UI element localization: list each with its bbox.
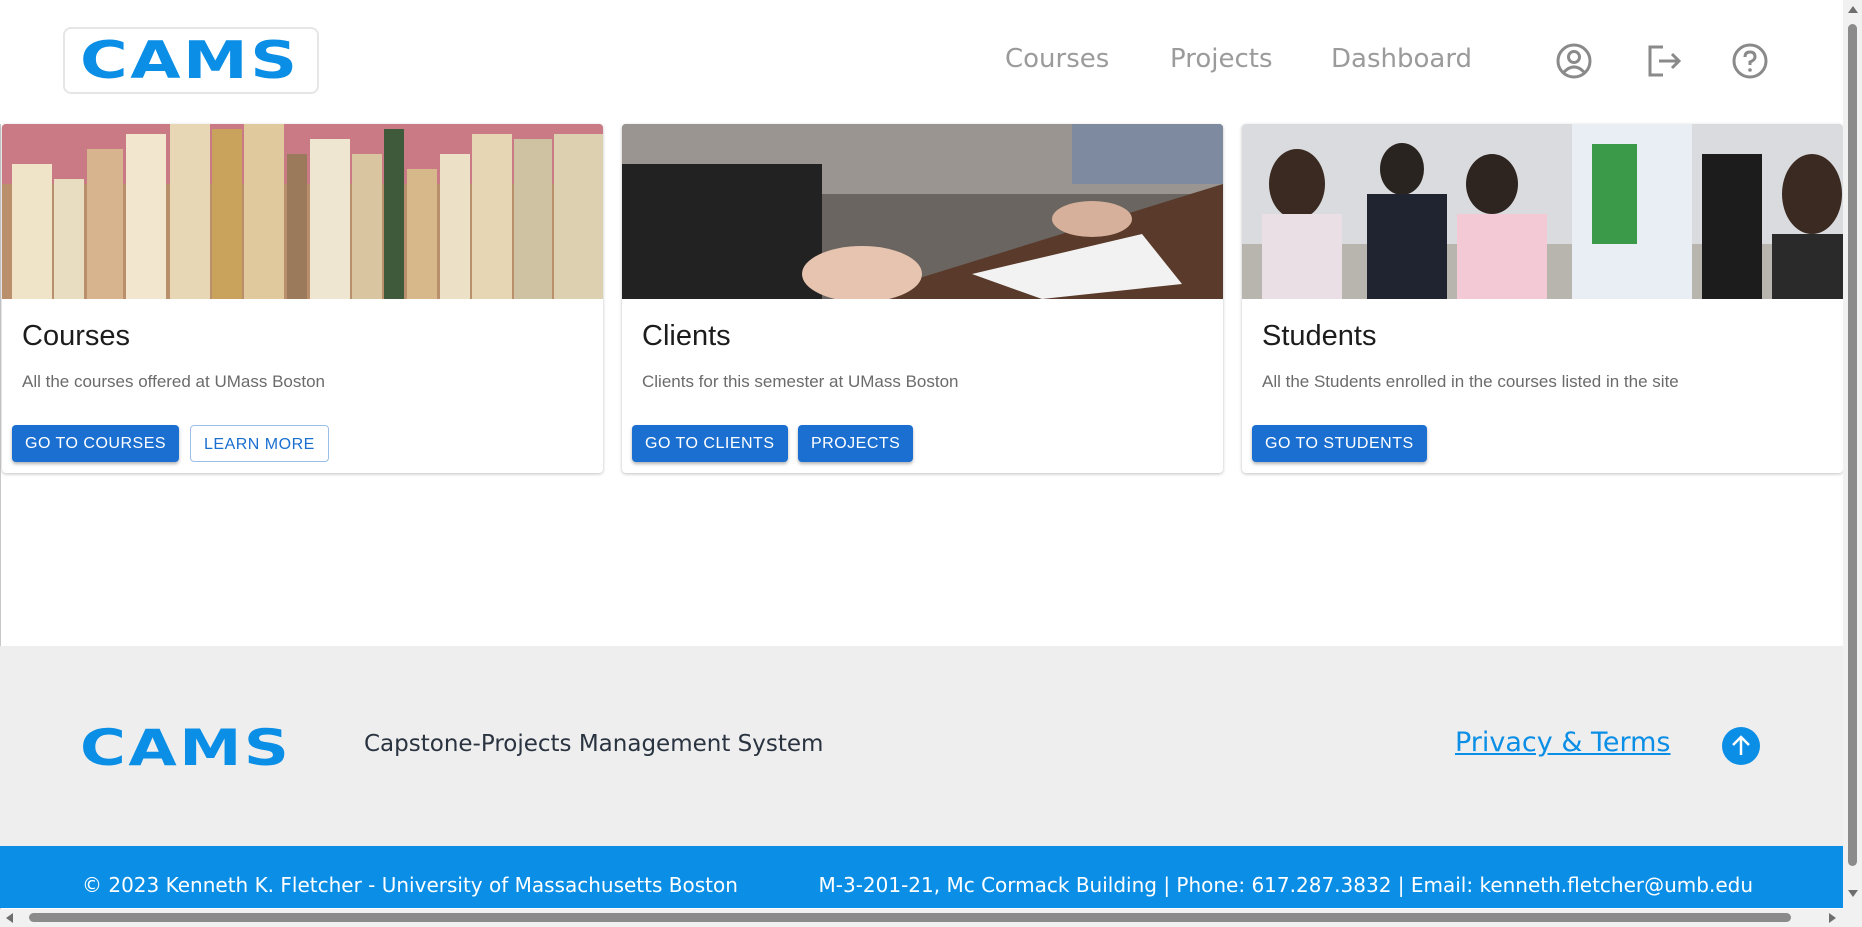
courses-card: Courses All the courses offered at UMass…: [2, 124, 603, 473]
vertical-scroll-thumb[interactable]: [1848, 24, 1857, 866]
scroll-down-arrow-icon[interactable]: [1848, 890, 1858, 897]
go-to-courses-button[interactable]: GO TO COURSES: [12, 425, 180, 462]
card-title: Clients: [642, 320, 731, 352]
account-circle-icon[interactable]: [1555, 42, 1593, 80]
books-on-shelf-photo: [2, 124, 603, 299]
vertical-scrollbar[interactable]: [1843, 0, 1862, 909]
go-to-clients-button[interactable]: GO TO CLIENTS: [632, 425, 788, 462]
card-description: Clients for this semester at UMass Bosto…: [642, 372, 959, 391]
projects-button[interactable]: PROJECTS: [798, 425, 914, 462]
logo-text: CAMS: [80, 31, 300, 91]
card-description: All the courses offered at UMass Boston: [22, 372, 326, 391]
contact-info: M-3-201-21, Mc Cormack Building | Phone:…: [818, 873, 1754, 897]
footer-bottom-bar: © 2023 Kenneth K. Fletcher - University …: [0, 846, 1843, 908]
scroll-left-arrow-icon[interactable]: [6, 913, 13, 923]
footer-tagline: Capstone-Projects Management System: [364, 731, 824, 757]
cams-logo[interactable]: CAMS: [63, 27, 319, 94]
nav-projects-link[interactable]: Projects: [1170, 44, 1273, 74]
scroll-up-arrow-icon[interactable]: [1848, 6, 1858, 13]
horizontal-scrollbar[interactable]: [0, 909, 1843, 927]
students-card: Students All the Students enrolled in th…: [1242, 124, 1843, 473]
scroll-to-top-button[interactable]: [1722, 727, 1760, 765]
help-icon[interactable]: [1731, 42, 1769, 80]
students-in-classroom-photo: [1242, 124, 1843, 299]
card-title: Students: [1262, 320, 1377, 352]
footer-logo: CAMS: [80, 719, 292, 777]
card-description: All the Students enrolled in the courses…: [1262, 372, 1679, 391]
go-to-students-button[interactable]: GO TO STUDENTS: [1252, 425, 1427, 462]
top-navbar: CAMS Courses Projects Dashboard: [0, 0, 1843, 124]
scrollbar-corner: [1843, 909, 1862, 927]
clients-card: Clients Clients for this semester at UMa…: [622, 124, 1223, 473]
scroll-right-arrow-icon[interactable]: [1829, 913, 1836, 923]
privacy-terms-link[interactable]: Privacy & Terms: [1455, 727, 1671, 758]
arrow-up-icon: [1732, 735, 1750, 755]
meeting-table-photo: [622, 124, 1223, 299]
horizontal-scroll-thumb[interactable]: [29, 913, 1791, 922]
card-title: Courses: [22, 320, 130, 352]
footer: CAMS Capstone-Projects Management System…: [0, 646, 1843, 846]
copyright-text: © 2023 Kenneth K. Fletcher - University …: [82, 873, 738, 897]
nav-courses-link[interactable]: Courses: [1005, 44, 1109, 74]
logout-icon[interactable]: [1645, 42, 1683, 80]
learn-more-button[interactable]: LEARN MORE: [190, 425, 329, 462]
nav-dashboard-link[interactable]: Dashboard: [1331, 44, 1472, 74]
